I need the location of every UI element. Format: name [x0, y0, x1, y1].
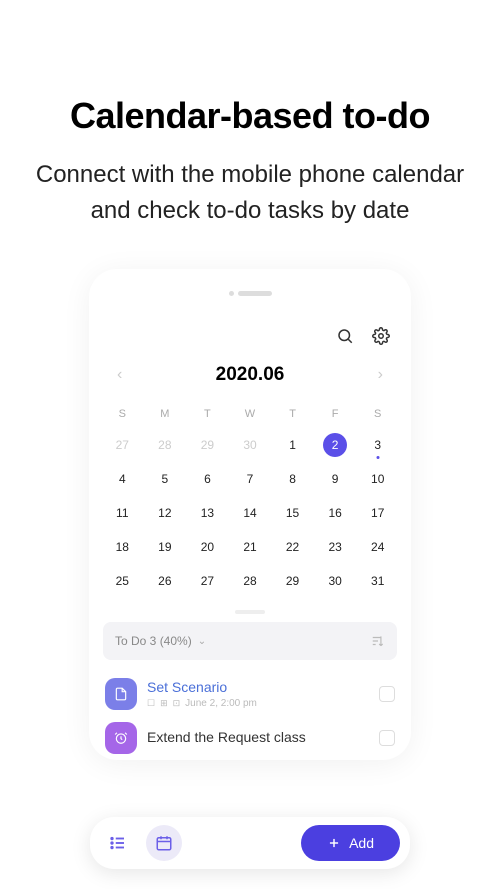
app-header — [101, 326, 399, 364]
weekday-label: W — [229, 400, 272, 428]
calendar-day[interactable]: 27 — [186, 564, 229, 598]
hero-title: Calendar-based to-do — [30, 95, 470, 137]
calendar-day[interactable]: 10 — [356, 462, 399, 496]
task-body: Set Scenario ☐⊞⊡June 2, 2:00 pm — [147, 679, 369, 709]
weekday-label: S — [356, 400, 399, 428]
calendar-day[interactable]: 5 — [144, 462, 187, 496]
calendar-day[interactable]: 13 — [186, 496, 229, 530]
hero-subtitle: Connect with the mobile phone calendar a… — [30, 157, 470, 229]
calendar-title: 2020.06 — [216, 364, 285, 386]
weekday-row: SMTWTFS — [101, 400, 399, 428]
task-title: Set Scenario — [147, 679, 369, 695]
calendar-day[interactable]: 3 — [356, 428, 399, 462]
calendar-view-icon[interactable] — [146, 825, 182, 861]
task-meta: ☐⊞⊡June 2, 2:00 pm — [147, 698, 369, 709]
sort-icon[interactable] — [371, 634, 385, 648]
chevron-down-icon: ⌄ — [198, 636, 206, 647]
task-checkbox[interactable] — [379, 686, 395, 702]
calendar-day[interactable]: 22 — [271, 530, 314, 564]
next-month-icon[interactable]: › — [378, 366, 383, 384]
calendar-day[interactable]: 2 — [314, 428, 357, 462]
calendar-day[interactable]: 19 — [144, 530, 187, 564]
todo-count-label: To Do 3 (40%) — [115, 634, 192, 648]
calendar-day[interactable]: 18 — [101, 530, 144, 564]
list-view-icon[interactable] — [100, 825, 136, 861]
calendar-day[interactable]: 12 — [144, 496, 187, 530]
calendar-day[interactable]: 25 — [101, 564, 144, 598]
calendar-day[interactable]: 14 — [229, 496, 272, 530]
calendar-day[interactable]: 21 — [229, 530, 272, 564]
weekday-label: T — [186, 400, 229, 428]
calendar-day[interactable]: 15 — [271, 496, 314, 530]
calendar-day[interactable]: 16 — [314, 496, 357, 530]
calendar-day[interactable]: 27 — [101, 428, 144, 462]
calendar-day[interactable]: 23 — [314, 530, 357, 564]
todo-section-header[interactable]: To Do 3 (40%) ⌄ — [103, 622, 397, 660]
settings-icon[interactable] — [371, 326, 391, 346]
document-icon — [105, 678, 137, 710]
calendar-day[interactable]: 9 — [314, 462, 357, 496]
task-title: Extend the Request class — [147, 729, 369, 745]
calendar-day[interactable]: 4 — [101, 462, 144, 496]
calendar-day[interactable]: 30 — [314, 564, 357, 598]
task-body: Extend the Request class — [147, 729, 369, 748]
calendar-day[interactable]: 26 — [144, 564, 187, 598]
calendar-day[interactable]: 29 — [271, 564, 314, 598]
calendar-day[interactable]: 1 — [271, 428, 314, 462]
prev-month-icon[interactable]: ‹ — [117, 366, 122, 384]
calendar-nav: ‹ 2020.06 › — [101, 364, 399, 400]
task-row[interactable]: Set Scenario ☐⊞⊡June 2, 2:00 pm — [101, 672, 399, 716]
task-row[interactable]: Extend the Request class — [101, 716, 399, 760]
calendar-day[interactable]: 29 — [186, 428, 229, 462]
task-list: Set Scenario ☐⊞⊡June 2, 2:00 pm Extend the… — [101, 672, 399, 760]
calendar-day[interactable]: 24 — [356, 530, 399, 564]
calendar-day[interactable]: 6 — [186, 462, 229, 496]
calendar-day[interactable]: 8 — [271, 462, 314, 496]
add-button[interactable]: Add — [301, 825, 400, 861]
calendar-day[interactable]: 31 — [356, 564, 399, 598]
calendar-day[interactable]: 20 — [186, 530, 229, 564]
calendar-day[interactable]: 17 — [356, 496, 399, 530]
phone-mockup: ‹ 2020.06 › SMTWTFS 27282930123456789101… — [89, 269, 411, 760]
calendar-day[interactable]: 28 — [144, 428, 187, 462]
add-button-label: Add — [349, 835, 374, 851]
weekday-label: F — [314, 400, 357, 428]
weekday-label: S — [101, 400, 144, 428]
calendar-day[interactable]: 30 — [229, 428, 272, 462]
weekday-label: M — [144, 400, 187, 428]
calendar-day[interactable]: 7 — [229, 462, 272, 496]
calendar-day[interactable]: 28 — [229, 564, 272, 598]
day-grid: 2728293012345678910111213141516171819202… — [101, 428, 399, 598]
task-checkbox[interactable] — [379, 730, 395, 746]
phone-notch — [101, 291, 399, 296]
bottom-nav-bar: Add — [90, 817, 410, 869]
calendar-day[interactable]: 11 — [101, 496, 144, 530]
weekday-label: T — [271, 400, 314, 428]
alarm-icon — [105, 722, 137, 754]
search-icon[interactable] — [335, 326, 355, 346]
drag-handle[interactable] — [235, 610, 265, 614]
